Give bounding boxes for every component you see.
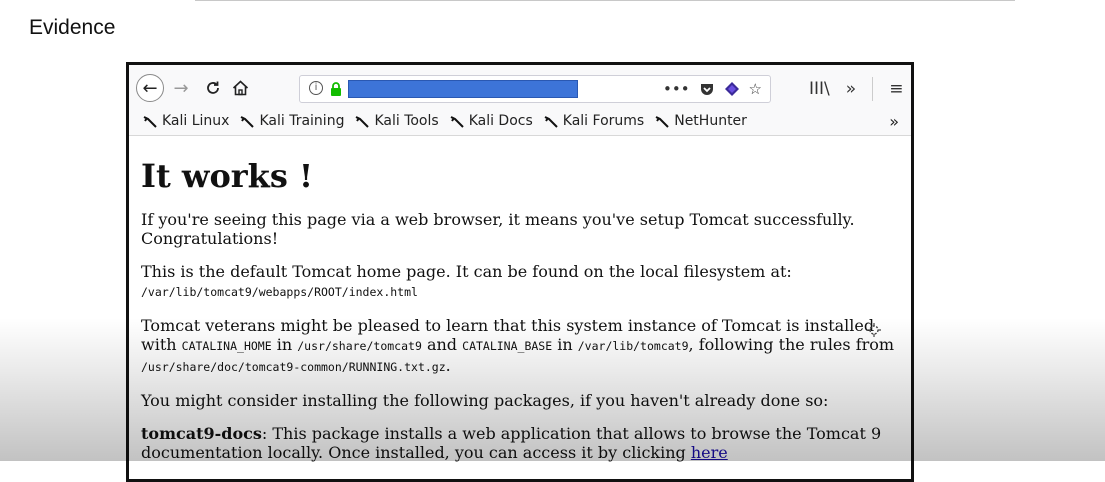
package-name: tomcat9-docs bbox=[141, 424, 262, 443]
lock-icon bbox=[331, 82, 341, 96]
bookmarks-list: Kali Linux Kali Training Kali Tools Kali… bbox=[143, 113, 747, 129]
cursor-icon bbox=[867, 323, 881, 337]
section-heading: Evidence bbox=[29, 16, 116, 39]
docs-package-paragraph: tomcat9-docs: This package installs a we… bbox=[141, 424, 899, 462]
bookmark-item[interactable]: Kali Forums bbox=[544, 113, 644, 129]
bookmark-label: Kali Training bbox=[259, 113, 345, 129]
paragraph-text: , following the rules from bbox=[688, 335, 895, 354]
kali-dragon-icon bbox=[655, 116, 669, 128]
reload-icon bbox=[207, 81, 219, 94]
paragraph-text: This is the default Tomcat home page. It… bbox=[141, 262, 792, 281]
bookmark-star-icon[interactable]: ☆ bbox=[749, 80, 762, 98]
bookmark-label: Kali Tools bbox=[374, 113, 439, 129]
home-button[interactable] bbox=[229, 74, 251, 102]
kali-dragon-icon bbox=[143, 116, 157, 128]
bookmark-item[interactable]: Kali Tools bbox=[355, 113, 439, 129]
home-icon bbox=[232, 80, 248, 96]
bookmark-label: NetHunter bbox=[674, 113, 747, 129]
reload-button[interactable] bbox=[202, 74, 224, 102]
bookmark-label: Kali Linux bbox=[162, 113, 230, 129]
file-path: /var/lib/tomcat9/webapps/ROOT/index.html bbox=[141, 285, 418, 299]
packages-paragraph: You might consider installing the follow… bbox=[141, 391, 829, 410]
home-page-paragraph: This is the default Tomcat home page. It… bbox=[141, 262, 899, 302]
bookmark-item[interactable]: Kali Docs bbox=[450, 113, 533, 129]
page-title: It works ! bbox=[141, 157, 314, 195]
browser-screenshot: ← → i ••• ☆ III\ » ≡ Kali Linux Kali Tra… bbox=[126, 62, 914, 482]
library-icon[interactable]: III\ bbox=[809, 79, 830, 99]
info-icon[interactable]: i bbox=[309, 81, 323, 95]
paragraph-text: in bbox=[552, 335, 578, 354]
bookmarks-overflow-icon[interactable]: » bbox=[889, 112, 899, 131]
toolbar-right: III\ » ≡ bbox=[809, 75, 903, 103]
toolbar-separator bbox=[872, 77, 874, 101]
bookmark-item[interactable]: Kali Training bbox=[240, 113, 344, 129]
forward-button[interactable]: → bbox=[170, 74, 192, 102]
docs-link[interactable]: here bbox=[691, 443, 728, 462]
file-path: /var/lib/tomcat9 bbox=[577, 339, 689, 353]
paragraph-text: . bbox=[445, 356, 451, 375]
paragraph-text: and bbox=[421, 335, 463, 354]
toolbar-overflow-icon[interactable]: » bbox=[846, 79, 856, 99]
tomcat-page: It works ! If you're seeing this page vi… bbox=[129, 136, 911, 479]
top-divider bbox=[195, 0, 1015, 1]
kali-dragon-icon bbox=[450, 116, 464, 128]
page-actions-icon[interactable]: ••• bbox=[663, 80, 690, 98]
pocket-icon[interactable] bbox=[699, 81, 715, 97]
bookmark-item[interactable]: Kali Linux bbox=[143, 113, 229, 129]
hamburger-menu-icon[interactable]: ≡ bbox=[889, 79, 903, 99]
bookmark-label: Kali Forums bbox=[562, 113, 645, 129]
bookmark-item[interactable]: NetHunter bbox=[655, 113, 747, 129]
back-button[interactable]: ← bbox=[136, 74, 164, 102]
intro-paragraph: If you're seeing this page via a web bro… bbox=[141, 210, 855, 248]
file-path: /usr/share/doc/tomcat9-common/RUNNING.tx… bbox=[141, 360, 446, 374]
bookmarks-toolbar: Kali Linux Kali Training Kali Tools Kali… bbox=[129, 111, 911, 136]
env-variable: CATALINA_HOME bbox=[181, 339, 272, 353]
extension-icon[interactable] bbox=[724, 81, 740, 97]
file-path: /usr/share/tomcat9 bbox=[297, 339, 422, 353]
kali-dragon-icon bbox=[241, 116, 255, 128]
url-bar[interactable]: i ••• ☆ bbox=[299, 75, 771, 103]
paragraph-text: in bbox=[271, 335, 298, 354]
veterans-paragraph: Tomcat veterans might be pleased to lear… bbox=[141, 316, 899, 377]
env-variable: CATALINA_BASE bbox=[462, 339, 553, 353]
navigation-toolbar: ← → i ••• ☆ III\ » ≡ bbox=[129, 65, 911, 111]
url-redaction-block bbox=[348, 80, 578, 98]
bookmark-label: Kali Docs bbox=[468, 113, 533, 129]
kali-dragon-icon bbox=[544, 116, 558, 128]
kali-dragon-icon bbox=[356, 116, 370, 128]
url-actions: ••• ☆ bbox=[663, 79, 762, 99]
